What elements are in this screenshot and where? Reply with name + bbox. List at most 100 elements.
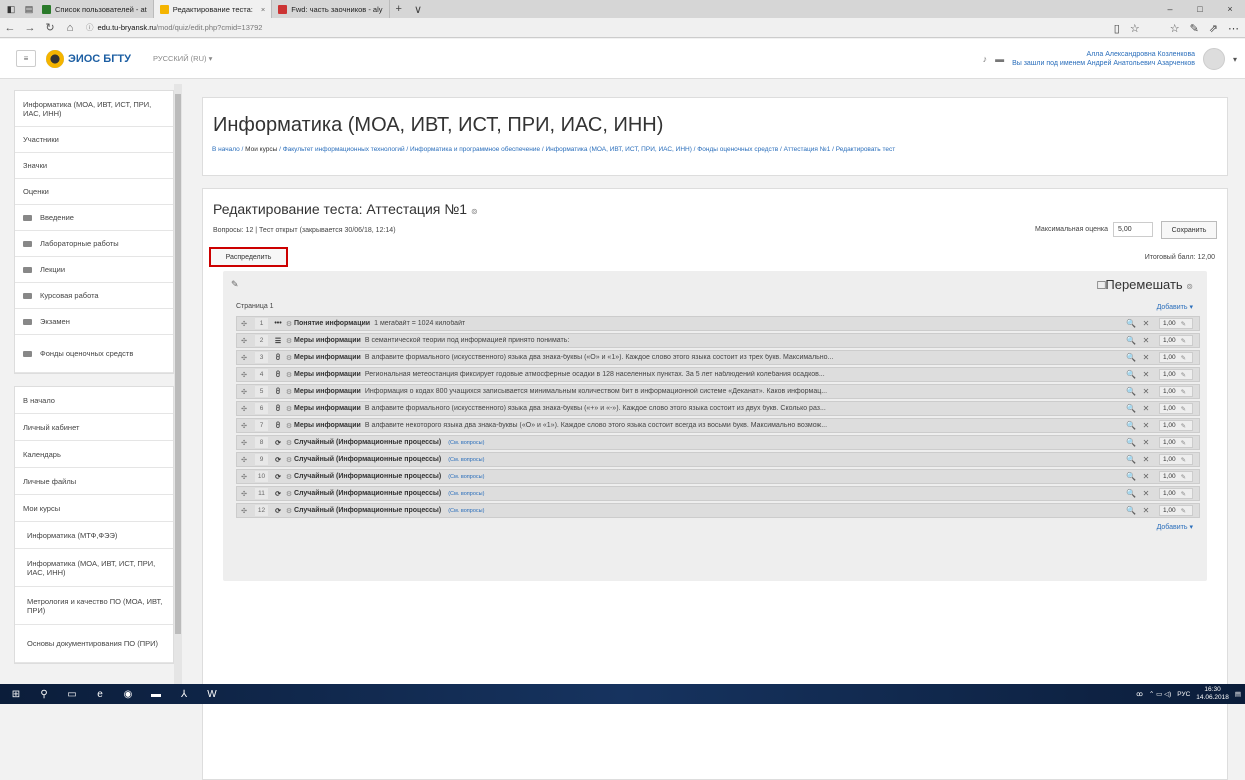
question-edit-gear-icon[interactable]: ⚙ — [284, 320, 294, 328]
delete-icon[interactable]: ✕ — [1140, 438, 1152, 447]
preview-icon[interactable]: 🔍 — [1125, 421, 1137, 430]
breadcrumb-link[interactable]: Редактировать тест — [836, 146, 895, 153]
edit-mark-icon[interactable]: ✎ — [1181, 388, 1186, 396]
edit-mark-icon[interactable]: ✎ — [1181, 507, 1186, 515]
see-questions-link[interactable]: (См. вопросы) — [448, 508, 484, 514]
preview-icon[interactable]: 🔍 — [1125, 455, 1137, 464]
sidebar-item[interactable]: Экзамен — [15, 309, 173, 335]
question-mark[interactable]: 1,00 ✎ — [1159, 386, 1193, 397]
breadcrumb-link[interactable]: В начало — [212, 146, 240, 153]
move-icon[interactable]: ✣ — [237, 388, 251, 396]
add-menu-bottom[interactable]: Добавить ▾ — [1157, 523, 1193, 531]
edit-mark-icon[interactable]: ✎ — [1181, 337, 1186, 345]
question-name[interactable]: Случайный (Информационные процессы) — [294, 507, 441, 514]
see-questions-link[interactable]: (См. вопросы) — [448, 457, 484, 463]
edit-mark-icon[interactable]: ✎ — [1181, 456, 1186, 464]
web-note-icon[interactable]: ✎ — [1190, 22, 1199, 35]
user-info[interactable]: Алла Александровна Козленкова Вы зашли п… — [1012, 50, 1195, 68]
question-mark[interactable]: 1,00 ✎ — [1159, 488, 1193, 499]
sidebar-item[interactable]: Значки — [15, 153, 173, 179]
add-menu-top[interactable]: Добавить ▾ — [1157, 303, 1193, 311]
help-icon[interactable]: ⊚ — [471, 207, 478, 216]
preview-icon[interactable]: 🔍 — [1125, 319, 1137, 328]
breadcrumb-link[interactable]: Аттестация №1 — [784, 146, 831, 153]
question-name[interactable]: Меры информации — [294, 354, 361, 361]
breadcrumb-link[interactable]: Информатика (МОА, ИВТ, ИСТ, ПРИ, ИАС, ИН… — [546, 146, 692, 153]
delete-icon[interactable]: ✕ — [1140, 353, 1152, 362]
question-name[interactable]: Случайный (Информационные процессы) — [294, 490, 441, 497]
sidebar-scrollbar[interactable] — [174, 84, 182, 684]
chrome-icon[interactable]: ◉ — [118, 689, 138, 700]
avatar[interactable] — [1202, 48, 1225, 70]
question-name[interactable]: Случайный (Информационные процессы) — [294, 439, 441, 446]
sidebar-item[interactable]: Фонды оценочных средств — [15, 335, 173, 373]
sidebar-item[interactable]: Информатика (МОА, ИВТ, ИСТ, ПРИ, ИАС, ИН… — [15, 549, 173, 587]
delete-icon[interactable]: ✕ — [1140, 370, 1152, 379]
clock[interactable]: 16:30 14.06.2018 — [1196, 686, 1229, 702]
see-questions-link[interactable]: (См. вопросы) — [448, 474, 484, 480]
url-field[interactable]: ⓘ edu.tu-bryansk.ru/mod/quiz/edit.php?cm… — [86, 22, 262, 33]
question-name[interactable]: Меры информации — [294, 422, 361, 429]
question-edit-gear-icon[interactable]: ⚙ — [284, 354, 294, 362]
sidebar-item[interactable]: Лабораторные работы — [15, 231, 173, 257]
question-edit-gear-icon[interactable]: ⚙ — [284, 405, 294, 413]
browser-tab[interactable]: Список пользователей - at — [36, 0, 154, 18]
question-name[interactable]: Случайный (Информационные процессы) — [294, 456, 441, 463]
window-menu-icon[interactable]: ◧ — [4, 2, 18, 16]
save-button[interactable]: Сохранить — [1161, 221, 1217, 239]
move-icon[interactable]: ✣ — [237, 422, 251, 430]
see-questions-link[interactable]: (См. вопросы) — [448, 440, 484, 446]
forward-button[interactable]: → — [20, 22, 40, 34]
browser-tab[interactable]: Редактирование теста: × — [153, 0, 273, 18]
question-mark[interactable]: 1,00 ✎ — [1159, 403, 1193, 414]
preview-icon[interactable]: 🔍 — [1125, 489, 1137, 498]
question-mark[interactable]: 1,00 ✎ — [1159, 318, 1193, 329]
edit-section-icon[interactable]: ✎ — [231, 279, 239, 290]
move-icon[interactable]: ✣ — [237, 490, 251, 498]
reading-view-icon[interactable]: ▯ — [1114, 22, 1120, 35]
max-grade-input[interactable]: 5,00 — [1113, 222, 1153, 237]
close-window-button[interactable]: × — [1215, 4, 1245, 14]
more-icon[interactable]: ⋯ — [1228, 22, 1239, 35]
question-edit-gear-icon[interactable]: ⚙ — [284, 439, 294, 447]
shuffle-label[interactable]: □Перемешать — [1098, 277, 1183, 292]
question-mark[interactable]: 1,00 ✎ — [1159, 335, 1193, 346]
tab-close-icon[interactable]: × — [261, 5, 265, 14]
delete-icon[interactable]: ✕ — [1140, 421, 1152, 430]
move-icon[interactable]: ✣ — [237, 354, 251, 362]
move-icon[interactable]: ✣ — [237, 371, 251, 379]
action-center-icon[interactable]: ▤ — [1235, 690, 1241, 698]
move-icon[interactable]: ✣ — [237, 473, 251, 481]
search-icon[interactable]: ⚲ — [34, 689, 54, 700]
user-menu-caret-icon[interactable]: ▾ — [1233, 55, 1237, 64]
edit-mark-icon[interactable]: ✎ — [1181, 371, 1186, 379]
edit-mark-icon[interactable]: ✎ — [1181, 354, 1186, 362]
breadcrumb-link[interactable]: Фонды оценочных средств — [697, 146, 778, 153]
sidebar-item[interactable]: Календарь — [15, 441, 173, 468]
input-language[interactable]: РУС — [1177, 691, 1190, 698]
question-name[interactable]: Меры информации — [294, 337, 361, 344]
delete-icon[interactable]: ✕ — [1140, 455, 1152, 464]
question-name[interactable]: Меры информации — [294, 388, 361, 395]
preview-icon[interactable]: 🔍 — [1125, 336, 1137, 345]
question-name[interactable]: Понятие информации — [294, 320, 370, 327]
edit-mark-icon[interactable]: ✎ — [1181, 422, 1186, 430]
question-edit-gear-icon[interactable]: ⚙ — [284, 490, 294, 498]
question-name[interactable]: Меры информации — [294, 371, 361, 378]
preview-icon[interactable]: 🔍 — [1125, 438, 1137, 447]
sidebar-item[interactable]: В начало — [15, 387, 173, 414]
favorites-hub-icon[interactable]: ☆ — [1170, 22, 1180, 35]
breadcrumb-link[interactable]: Факультет информационных технологий — [283, 146, 405, 153]
sidebar-item[interactable]: Лекции — [15, 257, 173, 283]
question-mark[interactable]: 1,00 ✎ — [1159, 352, 1193, 363]
edit-mark-icon[interactable]: ✎ — [1181, 439, 1186, 447]
home-button[interactable]: ⌂ — [60, 22, 80, 34]
sidebar-item[interactable]: Основы документирования ПО (ПРИ) — [15, 625, 173, 663]
maximize-button[interactable]: □ — [1185, 4, 1215, 14]
sidebar-item[interactable]: Метрология и качество ПО (МОА, ИВТ, ПРИ) — [15, 587, 173, 625]
language-menu[interactable]: РУССКИЙ (RU) ▾ — [153, 54, 212, 63]
edit-mark-icon[interactable]: ✎ — [1181, 320, 1186, 328]
preview-icon[interactable]: 🔍 — [1125, 353, 1137, 362]
move-icon[interactable]: ✣ — [237, 439, 251, 447]
delete-icon[interactable]: ✕ — [1140, 472, 1152, 481]
